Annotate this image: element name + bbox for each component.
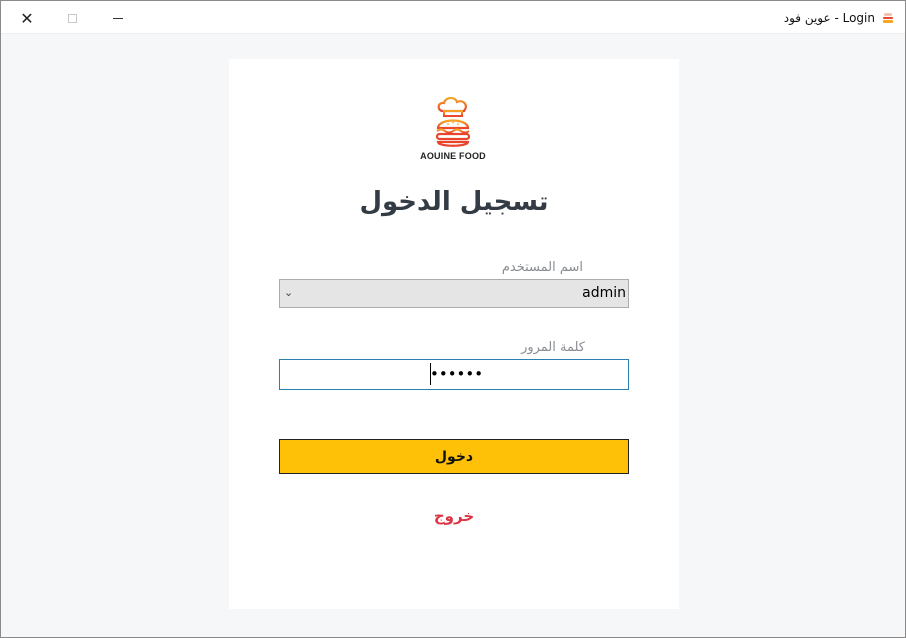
username-value: admin	[582, 285, 626, 301]
username-combobox[interactable]: ⌄ admin	[279, 279, 629, 308]
brand-logo: AOUINE FOOD	[415, 97, 491, 163]
close-icon: ✕	[20, 8, 34, 28]
login-button[interactable]: دخول	[279, 439, 629, 474]
login-card: AOUINE FOOD تسجيل الدخول اسم المستخدم ⌄ …	[229, 59, 679, 609]
window-title-area: عوين فود - Login	[784, 9, 895, 27]
maximize-button[interactable]	[50, 3, 94, 33]
maximize-icon	[67, 13, 77, 23]
minimize-button[interactable]	[96, 3, 140, 33]
password-label: كلمة المرور	[521, 340, 585, 355]
app-icon	[883, 13, 893, 23]
login-window: ✕ عوين فود - Login AOUINE FOOD تسجيل الد…	[0, 0, 906, 638]
burger-chef-logo-icon	[435, 97, 471, 147]
brand-name: AOUINE FOOD	[420, 151, 486, 161]
title-bar: ✕ عوين فود - Login	[1, 1, 905, 34]
window-title: عوين فود - Login	[783, 11, 875, 25]
chevron-down-icon: ⌄	[284, 286, 294, 299]
exit-link[interactable]: خروج	[229, 507, 679, 525]
page-title: تسجيل الدخول	[359, 187, 549, 217]
password-field[interactable]: ••••••	[279, 359, 629, 390]
minimize-icon	[113, 17, 123, 19]
close-button[interactable]: ✕	[5, 3, 49, 33]
password-mask: ••••••	[430, 365, 484, 383]
username-label: اسم المستخدم	[501, 260, 583, 275]
